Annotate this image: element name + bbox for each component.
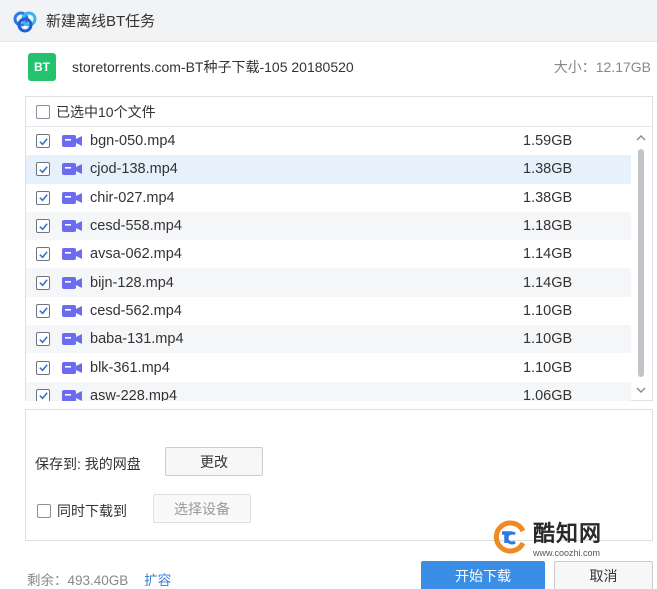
video-file-icon	[62, 220, 82, 233]
file-name: blk-361.mp4	[90, 359, 170, 376]
video-file-icon	[62, 304, 82, 317]
title-bar[interactable]: 新建离线BT任务	[0, 0, 657, 42]
file-checkbox[interactable]	[36, 219, 50, 234]
file-checkbox[interactable]	[36, 360, 50, 375]
video-file-icon	[62, 191, 82, 204]
video-file-icon	[62, 333, 82, 346]
file-row[interactable]: asw-228.mp4 1.06GB	[26, 381, 631, 401]
video-file-icon	[62, 361, 82, 374]
file-row[interactable]: cesd-562.mp4 1.10GB	[26, 297, 631, 325]
file-row[interactable]: chir-027.mp4 1.38GB	[26, 184, 631, 212]
file-size: 1.38GB	[523, 161, 573, 178]
scroll-thumb[interactable]	[638, 149, 644, 377]
file-size: 1.06GB	[523, 387, 573, 401]
scroll-up-arrow-icon[interactable]	[636, 133, 646, 143]
storage-info: 剩余：493.40GB 扩容	[27, 569, 171, 589]
file-list-scrollbar[interactable]	[630, 127, 652, 401]
remaining-space: 剩余：493.40GB	[27, 573, 129, 588]
sync-download-label: 同时下载到	[57, 503, 127, 519]
file-name: asw-228.mp4	[90, 387, 178, 401]
file-list-panel: 已选中10个文件 bgn-050.mp4 1.59GB cjod-138.mp4 1.…	[25, 96, 653, 401]
file-size: 1.18GB	[523, 218, 573, 235]
file-checkbox[interactable]	[36, 275, 50, 290]
file-row[interactable]: bgn-050.mp4 1.59GB	[26, 127, 631, 155]
file-size: 1.59GB	[523, 133, 573, 150]
file-row[interactable]: blk-361.mp4 1.10GB	[26, 353, 631, 381]
file-size: 1.38GB	[523, 189, 573, 206]
video-file-icon	[62, 276, 82, 289]
torrent-size: 大小：12.17GB	[553, 59, 651, 75]
watermark-url: www.coozhi.com	[533, 548, 601, 558]
file-name: bgn-050.mp4	[90, 133, 176, 150]
file-name: baba-131.mp4	[90, 331, 184, 348]
bt-file-icon: BT	[28, 53, 56, 81]
file-list: bgn-050.mp4 1.59GB cjod-138.mp4 1.38GB chir-…	[26, 127, 631, 401]
file-checkbox[interactable]	[36, 134, 50, 149]
file-row[interactable]: avsa-062.mp4 1.14GB	[26, 240, 631, 268]
video-file-icon	[62, 135, 82, 148]
file-checkbox[interactable]	[36, 247, 50, 262]
file-size: 1.10GB	[523, 331, 573, 348]
file-checkbox[interactable]	[36, 162, 50, 177]
change-location-button[interactable]: 更改	[165, 447, 263, 476]
file-row[interactable]: cesd-558.mp4 1.18GB	[26, 211, 631, 241]
selected-count-label: 已选中10个文件	[56, 103, 156, 120]
file-name: cesd-558.mp4	[90, 218, 182, 235]
cancel-button[interactable]: 取消	[554, 561, 653, 589]
watermark: 酷知网 www.coozhi.com	[493, 516, 602, 558]
torrent-info: BT storetorrents.com-BT种子下载-105 20180520…	[0, 44, 657, 90]
file-size: 1.14GB	[523, 246, 573, 263]
expand-storage-link[interactable]: 扩容	[144, 569, 171, 589]
video-file-icon	[62, 389, 82, 401]
file-name: bijn-128.mp4	[90, 274, 174, 291]
file-list-header: 已选中10个文件	[26, 97, 652, 127]
file-checkbox[interactable]	[36, 303, 50, 318]
sync-download-checkbox[interactable]	[37, 504, 51, 518]
file-checkbox[interactable]	[36, 388, 50, 401]
file-name: cesd-562.mp4	[90, 302, 182, 319]
file-size: 1.10GB	[523, 359, 573, 376]
file-row[interactable]: baba-131.mp4 1.10GB	[26, 325, 631, 354]
file-row[interactable]: bijn-128.mp4 1.14GB	[26, 268, 631, 297]
file-size: 1.14GB	[523, 274, 573, 291]
scroll-down-arrow-icon[interactable]	[636, 385, 646, 395]
save-location-label: 保存到: 我的网盘	[35, 456, 141, 472]
baidu-netdisk-logo-icon	[13, 11, 37, 32]
file-name: cjod-138.mp4	[90, 161, 178, 178]
select-all-checkbox[interactable]	[36, 104, 50, 119]
file-name: avsa-062.mp4	[90, 246, 182, 263]
sync-download-option[interactable]: 同时下载到	[37, 501, 127, 521]
watermark-title: 酷知网	[533, 521, 603, 546]
video-file-icon	[62, 163, 82, 176]
file-checkbox[interactable]	[36, 190, 50, 205]
start-download-button[interactable]: 开始下载	[421, 561, 545, 589]
video-file-icon	[62, 248, 82, 261]
select-device-button[interactable]: 选择设备	[153, 494, 251, 523]
file-checkbox[interactable]	[36, 332, 50, 347]
file-name: chir-027.mp4	[90, 189, 175, 206]
file-size: 1.10GB	[523, 302, 573, 319]
torrent-name: storetorrents.com-BT种子下载-105 20180520	[72, 59, 354, 75]
window-title: 新建离线BT任务	[46, 13, 156, 30]
coozhi-logo-icon	[493, 520, 526, 554]
file-row[interactable]: cjod-138.mp4 1.38GB	[26, 155, 631, 184]
